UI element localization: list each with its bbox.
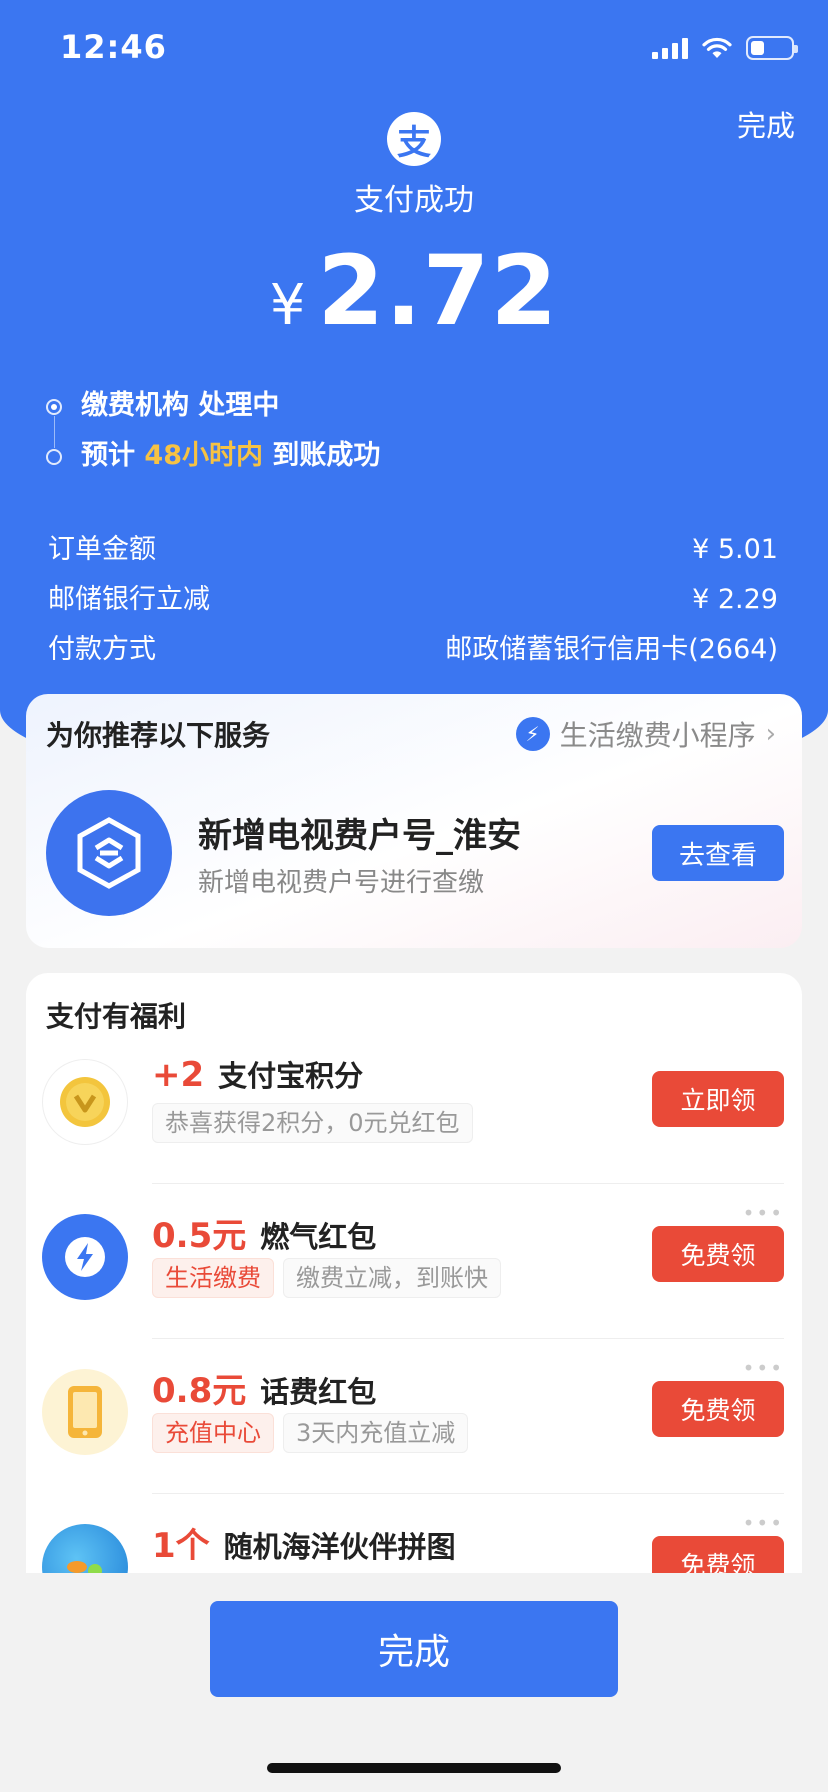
timeline-step-arrival: 预计 48小时内 到账成功 [46, 436, 380, 486]
benefit-amount: 1个 [152, 1526, 210, 1566]
detail-value: 邮政储蓄银行信用卡(2664) [445, 634, 778, 665]
home-indicator [267, 1763, 561, 1773]
phone-recharge-icon [42, 1369, 128, 1455]
status-bar: 12:46 [0, 0, 828, 100]
detail-value: ¥ 2.29 [692, 584, 778, 615]
bottom-bar: 完成 [0, 1573, 828, 1792]
gas-bolt-icon [42, 1214, 128, 1300]
chevron-right-icon: › [765, 719, 776, 749]
order-details: 订单金额 ¥ 5.01 邮储银行立减 ¥ 2.29 付款方式 邮政储蓄银行信用卡… [48, 527, 778, 677]
benefit-name: 话费红包 [260, 1375, 377, 1409]
claim-phone-button[interactable]: 免费领 [652, 1381, 784, 1437]
divider [152, 1493, 784, 1494]
claim-gas-button[interactable]: 免费领 [652, 1226, 784, 1282]
benefit-amount: 0.8元 [152, 1371, 247, 1411]
step-pending-dot-icon [46, 449, 62, 465]
paid-amount: 2.72 [317, 235, 559, 347]
benefit-item-points: +2 支付宝积分 恭喜获得2积分，0元兑红包 立即领 ••• [26, 1033, 802, 1225]
points-coin-icon [42, 1059, 128, 1145]
mini-program-link[interactable]: ⚡ 生活缴费小程序 › [515, 714, 776, 754]
timeline-step-processing: 缴费机构 处理中 [46, 386, 380, 448]
payment-status-title: 支付成功 [354, 183, 474, 218]
benefit-tag: 缴费立减，到账快 [283, 1258, 501, 1298]
currency-symbol: ¥ [269, 273, 306, 338]
benefit-tag: 生活缴费 [152, 1258, 274, 1298]
status-icons [652, 36, 798, 60]
detail-label: 订单金额 [48, 534, 156, 565]
benefit-name: 随机海洋伙伴拼图 [223, 1530, 456, 1564]
benefit-name: 燃气红包 [260, 1220, 377, 1254]
timeline-step-text: 缴费机构 处理中 [81, 390, 280, 421]
amount-display: ¥ 2.72 [0, 235, 828, 347]
benefits-title: 支付有福利 [46, 1000, 187, 1033]
timeline-step-highlight: 48小时内 [144, 440, 263, 471]
recommend-card: 为你推荐以下服务 ⚡ 生活缴费小程序 › 新增电视费户号_淮安 新增电视费户号进… [26, 694, 802, 948]
done-button[interactable]: 完成 [210, 1601, 618, 1697]
signal-icon [652, 37, 688, 59]
detail-row-discount: 邮储银行立减 ¥ 2.29 [48, 577, 778, 627]
timeline-step-suffix: 到账成功 [272, 440, 381, 471]
benefit-tag: 3天内充值立减 [283, 1413, 469, 1453]
detail-label: 邮储银行立减 [48, 584, 210, 615]
service-name: 新增电视费户号_淮安 [198, 816, 521, 856]
benefit-tag: 充值中心 [152, 1413, 274, 1453]
tv-service-hexagon-icon [46, 790, 172, 916]
alipay-logo-icon: 支 [387, 112, 441, 166]
benefit-amount: 0.5元 [152, 1216, 247, 1256]
done-link[interactable]: 完成 [737, 103, 795, 145]
benefit-tag: 恭喜获得2积分，0元兑红包 [152, 1103, 473, 1143]
benefit-item-phone: 0.8元 话费红包 充值中心 3天内充值立减 免费领 ••• [26, 1343, 802, 1535]
divider [152, 1338, 784, 1339]
divider [152, 1183, 784, 1184]
mini-program-label: 生活缴费小程序 [559, 719, 756, 752]
benefit-amount: +2 [152, 1055, 205, 1095]
progress-timeline: 缴费机构 处理中 预计 48小时内 到账成功 [46, 386, 380, 486]
claim-puzzle-button[interactable]: 免费领 [652, 1536, 784, 1573]
benefit-item-puzzle: 1个 随机海洋伙伴拼图 免费领 [26, 1498, 802, 1573]
lightning-icon: ⚡ [515, 717, 550, 751]
view-service-button[interactable]: 去查看 [652, 825, 784, 881]
benefit-item-gas: 0.5元 燃气红包 生活缴费 缴费立减，到账快 免费领 ••• [26, 1188, 802, 1380]
recommend-title: 为你推荐以下服务 [46, 719, 271, 752]
benefit-name: 支付宝积分 [218, 1059, 364, 1093]
wifi-icon [702, 37, 732, 58]
claim-points-button[interactable]: 立即领 [652, 1071, 784, 1127]
detail-row-payment-method: 付款方式 邮政储蓄银行信用卡(2664) [48, 627, 778, 677]
battery-icon [746, 36, 798, 60]
benefits-card: 支付有福利 +2 支付宝积分 恭喜获得2积分，0元兑红包 立即领 ••• 0.5… [26, 973, 802, 1573]
status-time: 12:46 [60, 28, 167, 66]
step-active-dot-icon [46, 399, 62, 415]
timeline-step-prefix: 预计 [81, 440, 135, 471]
ocean-puzzle-icon [42, 1524, 128, 1573]
detail-label: 付款方式 [48, 634, 156, 665]
detail-row-order-amount: 订单金额 ¥ 5.01 [48, 527, 778, 577]
detail-value: ¥ 5.01 [692, 534, 778, 565]
service-description: 新增电视费户号进行查缴 [198, 868, 485, 898]
